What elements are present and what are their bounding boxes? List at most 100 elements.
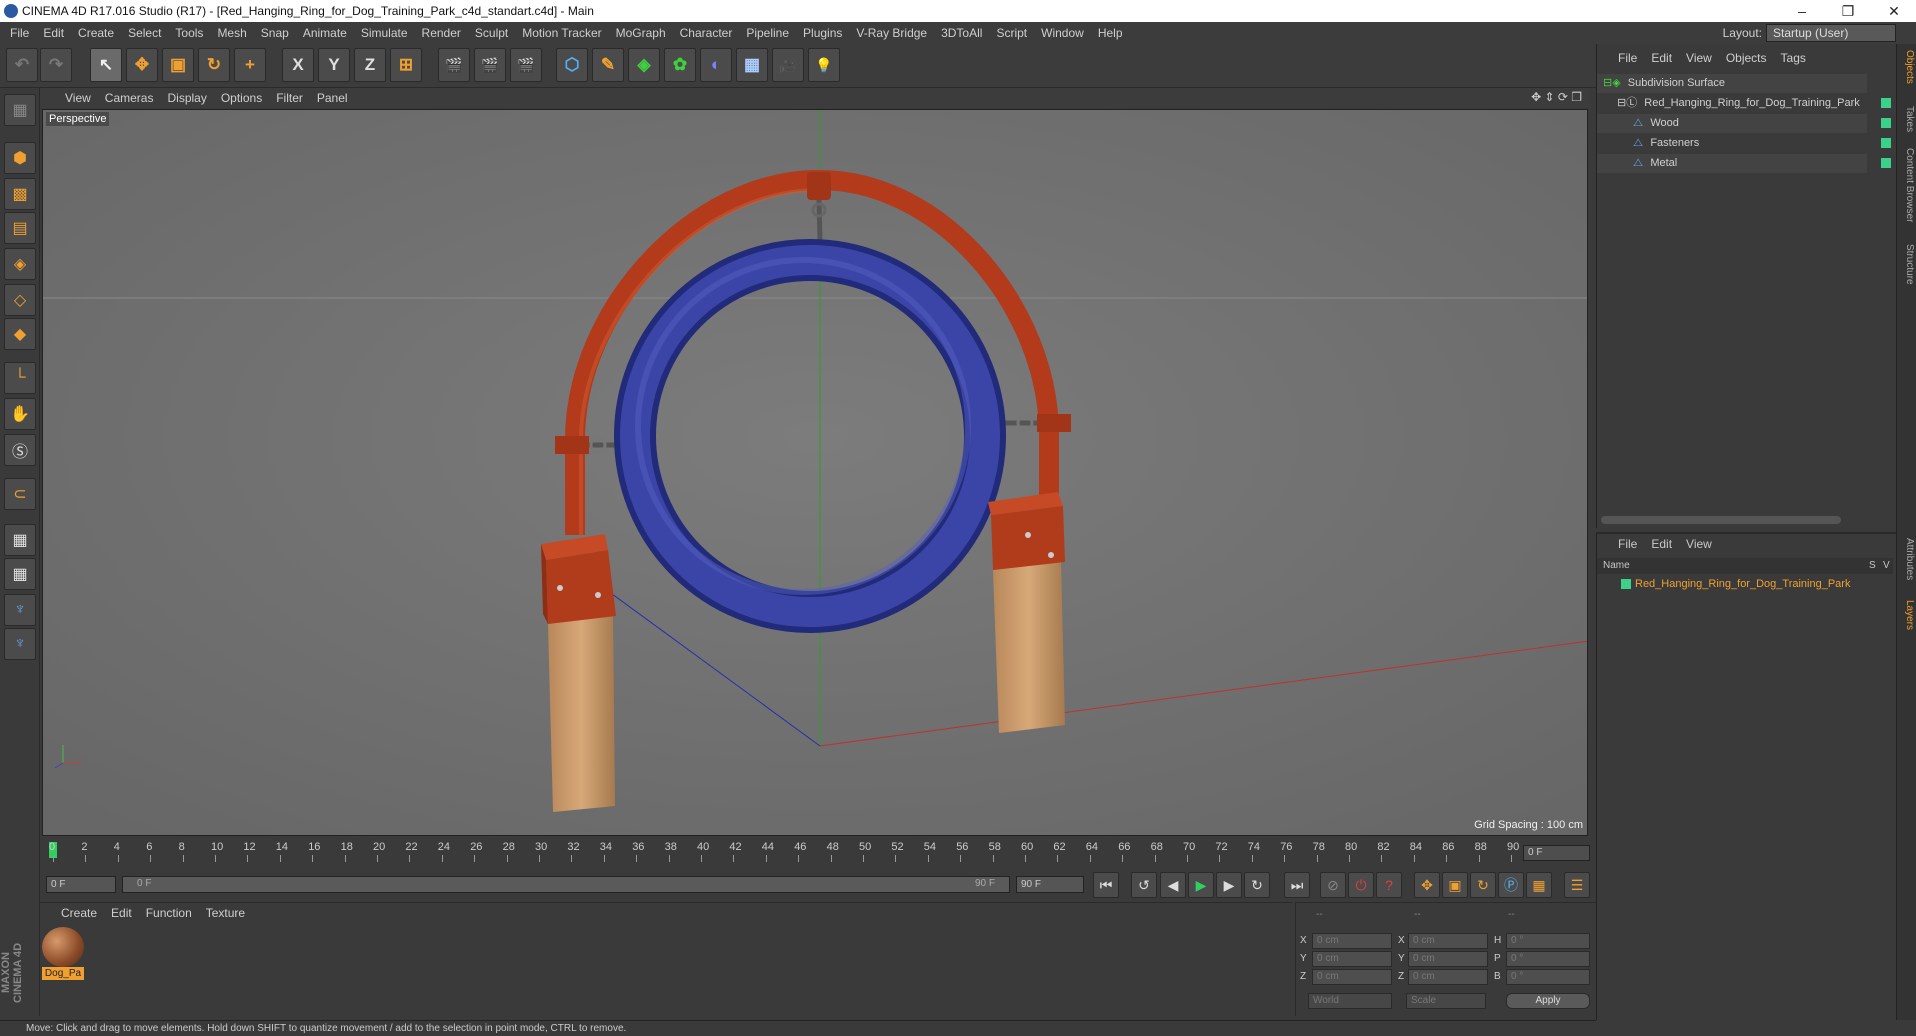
- key-rotation-icon[interactable]: ↻: [1470, 872, 1496, 898]
- tab-structure[interactable]: Structure: [1899, 244, 1915, 285]
- tweak-mode-icon[interactable]: ✋: [4, 398, 36, 430]
- undo-icon[interactable]: ↶: [6, 48, 38, 82]
- menu-motion-tracker[interactable]: Motion Tracker: [515, 22, 608, 44]
- menu-tools[interactable]: Tools: [168, 22, 210, 44]
- menu-mesh[interactable]: Mesh: [210, 22, 253, 44]
- material-tag[interactable]: [1881, 138, 1891, 148]
- polygons-mode-icon[interactable]: ◆: [4, 318, 36, 350]
- floor-icon[interactable]: ▦: [736, 48, 768, 82]
- workplane-axis-icon[interactable]: ▦: [4, 558, 36, 590]
- texture-mode-icon[interactable]: ▩: [4, 178, 36, 210]
- material-menu-texture[interactable]: Texture: [199, 903, 252, 923]
- objects-menu-edit[interactable]: Edit: [1644, 48, 1679, 68]
- axis-mode-icon[interactable]: └: [4, 362, 36, 394]
- menu-render[interactable]: Render: [415, 22, 468, 44]
- key-position-icon[interactable]: ✥: [1414, 872, 1440, 898]
- current-frame-field[interactable]: 0 F: [1523, 845, 1590, 861]
- menu-character[interactable]: Character: [673, 22, 740, 44]
- objects-menu-file[interactable]: File: [1611, 48, 1644, 68]
- object-row-subdivision-surface[interactable]: ⊟◈ Subdivision Surface: [1597, 74, 1867, 93]
- menu-sculpt[interactable]: Sculpt: [468, 22, 515, 44]
- menu-simulate[interactable]: Simulate: [354, 22, 415, 44]
- timeline-ruler[interactable]: 0 2 4 6 8 10 12 14 16 18 20 22 24 26 28 30 32 34 36 38 40 42 4…: [40, 840, 1596, 864]
- y-axis-icon[interactable]: Y: [318, 48, 350, 82]
- render-view-icon[interactable]: 🎬: [438, 48, 470, 82]
- viewport-menu-panel[interactable]: Panel: [310, 88, 355, 108]
- maximize-button[interactable]: ❐: [1826, 0, 1870, 22]
- size-y-field[interactable]: 0 cm: [1408, 951, 1488, 967]
- object-row-fasteners[interactable]: ⧍ Fasteners: [1597, 134, 1891, 153]
- play-icon[interactable]: ▶: [1188, 872, 1214, 898]
- previous-frame-icon[interactable]: ◀: [1160, 872, 1186, 898]
- tab-layers[interactable]: Layers: [1899, 600, 1915, 630]
- pen-spline-icon[interactable]: ✎: [592, 48, 624, 82]
- close-button[interactable]: ✕: [1872, 0, 1916, 22]
- render-settings-icon[interactable]: 🎬: [510, 48, 542, 82]
- size-z-field[interactable]: 0 cm: [1408, 969, 1488, 985]
- coordinate-mode-dropdown[interactable]: World: [1308, 993, 1392, 1009]
- rotation-h-field[interactable]: 0 °: [1506, 933, 1590, 949]
- rotation-p-field[interactable]: 0 °: [1506, 951, 1590, 967]
- object-row-metal[interactable]: ⧍ Metal: [1597, 154, 1891, 173]
- layers-menu-file[interactable]: File: [1611, 534, 1644, 554]
- move-tool-icon[interactable]: ✥: [126, 48, 158, 82]
- visibility-tag[interactable]: [1881, 98, 1891, 108]
- key-pla-icon[interactable]: ▦: [1526, 872, 1552, 898]
- menu-3dtoall[interactable]: 3DToAll: [934, 22, 989, 44]
- viewport-menu-display[interactable]: Display: [160, 88, 213, 108]
- menu-vray-bridge[interactable]: V-Ray Bridge: [849, 22, 934, 44]
- start-frame-field[interactable]: 0 F: [46, 876, 116, 893]
- object-manager-scrollbar[interactable]: [1601, 516, 1841, 524]
- z-axis-icon[interactable]: Z: [354, 48, 386, 82]
- menu-mograph[interactable]: MoGraph: [609, 22, 673, 44]
- python-icon[interactable]: ♆: [4, 594, 36, 626]
- menu-script[interactable]: Script: [989, 22, 1034, 44]
- next-keyframe-icon[interactable]: ↻: [1244, 872, 1270, 898]
- key-parameter-icon[interactable]: Ⓟ: [1498, 872, 1524, 898]
- rotation-b-field[interactable]: 0 °: [1506, 969, 1590, 985]
- timeline-window-icon[interactable]: ☰: [1564, 872, 1590, 898]
- tab-content-browser[interactable]: Content Browser: [1899, 148, 1915, 222]
- select-tool-icon[interactable]: ↖: [90, 48, 122, 82]
- material-tag[interactable]: [1881, 158, 1891, 168]
- menu-edit[interactable]: Edit: [36, 22, 71, 44]
- apply-button[interactable]: Apply: [1506, 993, 1590, 1009]
- render-picture-viewer-icon[interactable]: 🎬: [474, 48, 506, 82]
- solo-mode-icon[interactable]: Ⓢ: [4, 434, 36, 466]
- size-mode-dropdown[interactable]: Scale: [1406, 993, 1486, 1009]
- size-x-field[interactable]: 0 cm: [1408, 933, 1488, 949]
- record-keys-icon[interactable]: ⊘: [1320, 872, 1346, 898]
- layout-dropdown[interactable]: Startup (User): [1766, 24, 1896, 42]
- object-row-red-hanging-ring[interactable]: ⊟Ⓛ Red_Hanging_Ring_for_Dog_Training_Par…: [1597, 94, 1891, 113]
- cloner-icon[interactable]: ✿: [664, 48, 696, 82]
- camera-icon[interactable]: 🎥: [772, 48, 804, 82]
- tab-takes[interactable]: Takes: [1899, 106, 1915, 132]
- viewport-menu-options[interactable]: Options: [214, 88, 269, 108]
- menu-window[interactable]: Window: [1034, 22, 1091, 44]
- key-scale-icon[interactable]: ▣: [1442, 872, 1468, 898]
- layer-column-name[interactable]: Name: [1603, 560, 1630, 571]
- edges-mode-icon[interactable]: ◇: [4, 284, 36, 316]
- viewport-menu-filter[interactable]: Filter: [269, 88, 310, 108]
- viewport-menu-view[interactable]: View: [58, 88, 98, 108]
- autokey-icon[interactable]: ⏻: [1348, 872, 1374, 898]
- viewport-camera-label[interactable]: Perspective: [46, 112, 110, 126]
- layer-column-visible[interactable]: V: [1883, 558, 1890, 574]
- go-to-start-icon[interactable]: ⏮: [1093, 872, 1119, 898]
- python-script-icon[interactable]: ♆: [4, 628, 36, 660]
- objects-menu-view[interactable]: View: [1679, 48, 1719, 68]
- points-mode-icon[interactable]: ◈: [4, 248, 36, 280]
- next-frame-icon[interactable]: ▶: [1216, 872, 1242, 898]
- menu-create[interactable]: Create: [71, 22, 121, 44]
- viewport-menu-cameras[interactable]: Cameras: [98, 88, 161, 108]
- position-x-field[interactable]: 0 cm: [1312, 933, 1392, 949]
- tab-attributes[interactable]: Attributes: [1899, 538, 1915, 580]
- material-menu-edit[interactable]: Edit: [104, 903, 139, 923]
- tab-objects[interactable]: Objects: [1899, 50, 1915, 84]
- make-editable-icon[interactable]: ▦: [4, 94, 36, 126]
- menu-snap[interactable]: Snap: [254, 22, 296, 44]
- keyframe-selection-icon[interactable]: ?: [1376, 872, 1402, 898]
- menu-select[interactable]: Select: [121, 22, 168, 44]
- live-selection-icon[interactable]: +: [234, 48, 266, 82]
- subdivision-surface-icon[interactable]: ◈: [628, 48, 660, 82]
